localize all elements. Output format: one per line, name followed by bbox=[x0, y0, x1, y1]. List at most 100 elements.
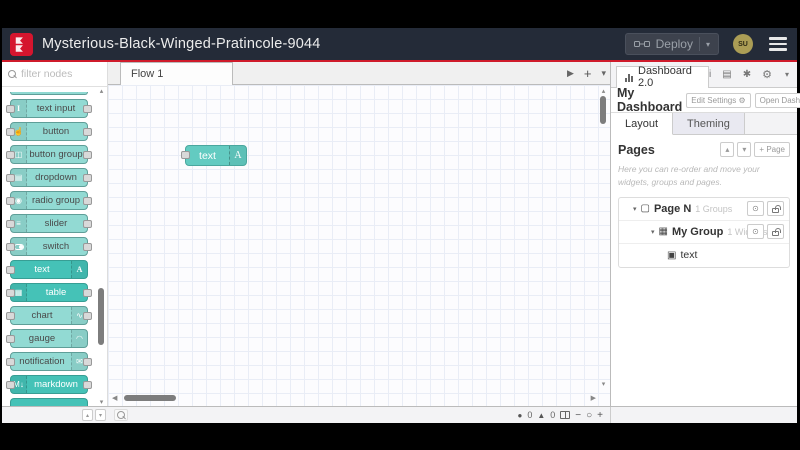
node-palette: I text input ☝ button ◫ button group bbox=[2, 62, 108, 406]
tab-layout[interactable]: Layout bbox=[611, 113, 674, 135]
status-controls: ● 0 ▲ 0 − ○ + bbox=[517, 407, 603, 423]
move-page-up-button[interactable]: ▴ bbox=[720, 142, 735, 157]
layout-tree: ▾ ▢ Page N 1 Groups ⊙ ▾ ▦ My Group 1 ⊙ ▣… bbox=[618, 196, 790, 268]
tab-theming[interactable]: Theming bbox=[673, 113, 745, 134]
tab-flow-1[interactable]: Flow 1 bbox=[120, 62, 233, 85]
app-header: Mysterious-Black-Winged-Pratincole-9044 … bbox=[2, 28, 797, 62]
visibility-button[interactable]: ⊙ bbox=[747, 200, 764, 216]
input-port bbox=[6, 289, 15, 297]
flow-canvas[interactable]: text A ▴ ▾ ◀ ▶ bbox=[108, 85, 610, 406]
edit-settings-button[interactable]: Edit Settings ⚙ bbox=[686, 92, 751, 108]
pages-help-text: Here you can re-order and move your widg… bbox=[618, 164, 760, 187]
font-icon: A bbox=[229, 146, 246, 165]
canvas-vertical-scrollbar[interactable]: ▴ ▾ bbox=[599, 87, 608, 388]
visibility-button[interactable]: ⊙ bbox=[747, 223, 764, 239]
input-port bbox=[6, 312, 15, 320]
help-icon[interactable]: ▤ bbox=[722, 69, 731, 80]
debug-icon[interactable]: ✱ bbox=[743, 69, 751, 80]
zoom-in-button[interactable]: + bbox=[597, 410, 603, 421]
lock-button[interactable] bbox=[767, 223, 784, 239]
palette-node-partial-bottom[interactable] bbox=[10, 398, 88, 406]
app-logo-icon bbox=[10, 32, 33, 56]
user-avatar[interactable]: SU bbox=[733, 34, 753, 54]
image-icon: ▣ bbox=[667, 249, 677, 261]
instance-title: Mysterious-Black-Winged-Pratincole-9044 bbox=[42, 36, 321, 52]
palette-node-switch[interactable]: switch bbox=[6, 237, 92, 256]
deploy-button[interactable]: Deploy ▾ bbox=[624, 33, 719, 55]
input-port bbox=[6, 266, 15, 274]
input-port[interactable] bbox=[181, 151, 190, 159]
output-port bbox=[83, 358, 92, 366]
tab-scroll-right-icon[interactable]: ▶ bbox=[567, 68, 574, 79]
info-icon[interactable]: i bbox=[709, 69, 711, 80]
tree-row-widget[interactable]: ▣ text bbox=[619, 244, 789, 267]
deploy-nodes-icon bbox=[633, 41, 650, 47]
scroll-up-icon[interactable]: ▴ bbox=[599, 87, 608, 95]
gear-icon: ⚙ bbox=[738, 95, 746, 105]
main-menu-button[interactable] bbox=[767, 35, 789, 53]
screenshot-frame: Mysterious-Black-Winged-Pratincole-9044 … bbox=[0, 0, 800, 450]
move-page-down-button[interactable]: ▾ bbox=[737, 142, 752, 157]
workspace-search-button[interactable] bbox=[114, 409, 128, 421]
tree-row-group[interactable]: ▾ ▦ My Group 1 Widgets ⊙ bbox=[619, 221, 789, 244]
deploy-separator bbox=[698, 37, 700, 51]
palette-footer-down-button[interactable]: ▾ bbox=[95, 409, 106, 421]
chevron-down-icon[interactable]: ▾ bbox=[633, 205, 637, 213]
add-flow-button[interactable]: + bbox=[584, 66, 592, 81]
scroll-down-icon[interactable]: ▾ bbox=[97, 398, 106, 406]
unlock-icon bbox=[772, 204, 781, 213]
canvas-horizontal-scrollbar[interactable]: ◀ ▶ bbox=[112, 394, 596, 403]
canvas-node-text[interactable]: text A bbox=[181, 145, 247, 166]
scroll-left-icon[interactable]: ◀ bbox=[112, 394, 117, 402]
palette-node-dropdown[interactable]: ▤ dropdown bbox=[6, 168, 92, 187]
palette-node-button[interactable]: ☝ button bbox=[6, 122, 92, 141]
add-page-button[interactable]: + Page bbox=[754, 142, 790, 157]
palette-footer-up-button[interactable]: ▴ bbox=[82, 409, 93, 421]
search-icon bbox=[117, 411, 125, 419]
palette-node-radio-group[interactable]: ◉ radio group bbox=[6, 191, 92, 210]
zoom-out-button[interactable]: − bbox=[575, 410, 581, 421]
tab-dashboard-2[interactable]: Dashboard 2.0 bbox=[616, 65, 710, 89]
output-port bbox=[83, 174, 92, 182]
eye-icon: ⊙ bbox=[752, 203, 759, 213]
chevron-down-icon[interactable]: ▾ bbox=[651, 228, 655, 236]
error-icon[interactable]: ● bbox=[517, 411, 522, 420]
output-port bbox=[83, 151, 92, 159]
palette-node-table[interactable]: ▦ table bbox=[6, 283, 92, 302]
palette-search-input[interactable] bbox=[21, 68, 101, 80]
workspace: Flow 1 ▶ + ▾ text A ▴ ▾ ◀ ▶ bbox=[108, 62, 610, 406]
palette-node-slider[interactable]: ≡ slider bbox=[6, 214, 92, 233]
sidebar-menu-chevron-icon[interactable]: ▾ bbox=[785, 70, 789, 79]
palette-scrollbar[interactable]: ▴ ▾ bbox=[97, 87, 106, 406]
tree-row-page[interactable]: ▾ ▢ Page N 1 Groups ⊙ bbox=[619, 198, 789, 221]
horizontal-scrollbar-thumb[interactable] bbox=[124, 395, 176, 401]
error-count: 0 bbox=[527, 410, 533, 420]
palette-node-markdown[interactable]: M↓ markdown bbox=[6, 375, 92, 394]
node-red-app: Mysterious-Black-Winged-Pratincole-9044 … bbox=[2, 28, 800, 423]
minimap-icon[interactable] bbox=[560, 411, 571, 419]
zoom-reset-button[interactable]: ○ bbox=[586, 410, 592, 421]
flow-tab-bar: Flow 1 ▶ + ▾ bbox=[108, 62, 610, 85]
palette-node-notification[interactable]: ✉ notification bbox=[6, 352, 92, 371]
config-gear-icon[interactable]: ⚙ bbox=[762, 68, 772, 81]
workspace-footer: ▴ ▾ ● 0 ▲ 0 − ○ + bbox=[2, 406, 797, 423]
palette-node-chart[interactable]: ∿ chart bbox=[6, 306, 92, 325]
palette-node-partial-top[interactable] bbox=[10, 92, 88, 95]
scroll-right-icon[interactable]: ▶ bbox=[591, 394, 596, 402]
eye-icon: ⊙ bbox=[752, 226, 759, 236]
scroll-up-icon[interactable]: ▴ bbox=[97, 87, 106, 95]
scroll-down-icon[interactable]: ▾ bbox=[599, 380, 608, 388]
palette-node-button-group[interactable]: ◫ button group bbox=[6, 145, 92, 164]
lock-button[interactable] bbox=[767, 200, 784, 216]
input-port bbox=[6, 243, 15, 251]
vertical-scrollbar-thumb[interactable] bbox=[600, 96, 606, 124]
tab-menu-icon[interactable]: ▾ bbox=[601, 68, 606, 79]
open-dashboard-button[interactable]: Open Dashboard ↗ bbox=[754, 92, 800, 108]
palette-node-text[interactable]: A text bbox=[6, 260, 88, 279]
warning-icon[interactable]: ▲ bbox=[537, 411, 545, 420]
deploy-chevron-icon[interactable]: ▾ bbox=[706, 40, 710, 49]
palette-node-text-input[interactable]: I text input bbox=[6, 99, 92, 118]
palette-node-list: I text input ☝ button ◫ button group ▤ d… bbox=[2, 87, 107, 406]
palette-scrollbar-thumb[interactable] bbox=[98, 288, 104, 345]
palette-node-gauge[interactable]: ◠ gauge bbox=[6, 329, 88, 348]
